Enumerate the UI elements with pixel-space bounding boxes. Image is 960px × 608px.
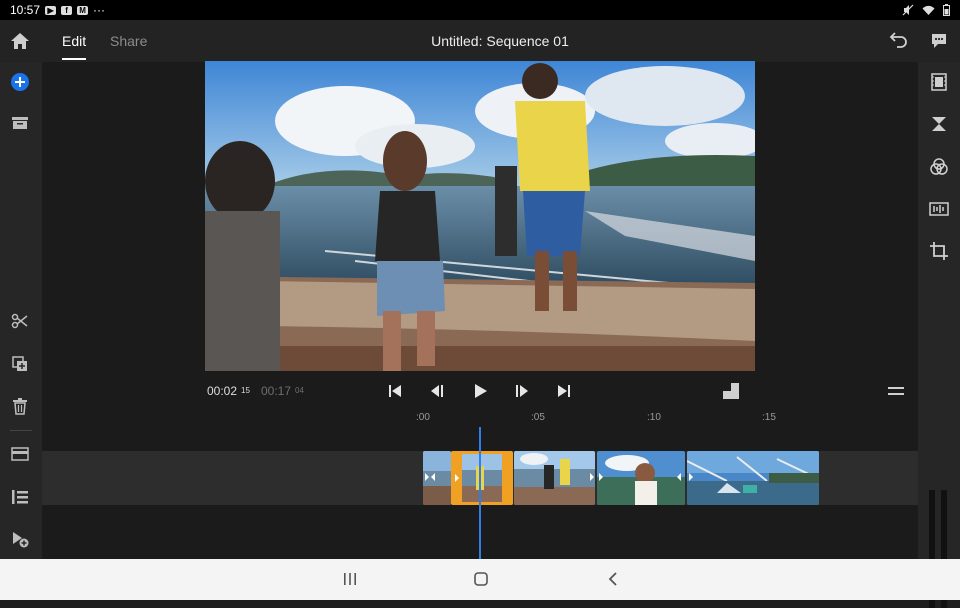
timeline-clip[interactable] <box>687 451 819 505</box>
nav-home-icon[interactable] <box>467 565 495 593</box>
timeline-clip[interactable] <box>597 451 685 505</box>
duplicate-icon[interactable] <box>6 350 34 378</box>
archive-icon[interactable] <box>6 440 34 468</box>
tab-edit[interactable]: Edit <box>62 20 87 62</box>
current-time: 00:02 <box>207 384 238 398</box>
aspect-ratio-icon[interactable] <box>717 377 745 405</box>
comment-icon[interactable] <box>925 27 953 55</box>
playhead[interactable] <box>479 427 481 559</box>
back-icon[interactable] <box>599 565 627 593</box>
audio-icon[interactable] <box>925 195 953 223</box>
recent-apps-icon[interactable] <box>336 565 364 593</box>
right-toolbar <box>918 62 960 608</box>
current-timecode: 00:02 15 <box>207 384 250 398</box>
menu-icon[interactable] <box>882 377 910 405</box>
gmail-icon: M <box>77 5 89 15</box>
undo-icon[interactable] <box>884 27 912 55</box>
toolbar-divider <box>10 430 32 431</box>
mute-icon <box>902 4 914 16</box>
ruler-label: :00 <box>416 412 430 423</box>
transition-icon[interactable] <box>925 110 953 138</box>
video-frame <box>205 61 755 371</box>
project-title[interactable]: Untitled: Sequence 01 <box>380 20 620 62</box>
next-frame-icon[interactable] <box>508 377 536 405</box>
previous-frame-icon[interactable] <box>423 377 451 405</box>
add-clip-icon[interactable] <box>6 525 34 553</box>
ruler-label: :05 <box>531 412 545 423</box>
total-timecode: 00:17 04 <box>261 384 304 398</box>
scissors-icon[interactable] <box>6 307 34 335</box>
timeline-clip[interactable] <box>423 451 451 505</box>
total-frames: 04 <box>295 386 304 395</box>
wifi-icon <box>922 5 935 15</box>
color-icon[interactable] <box>925 153 953 181</box>
youtube-icon: ▶ <box>45 5 57 15</box>
facebook-icon: f <box>61 5 73 15</box>
current-frames: 15 <box>241 386 250 395</box>
status-more: ··· <box>93 3 106 17</box>
ruler-label: :10 <box>647 412 661 423</box>
crop-icon[interactable] <box>925 237 953 265</box>
skip-to-end-icon[interactable] <box>550 377 578 405</box>
ruler-label: :15 <box>762 412 776 423</box>
top-bar: Edit Share Untitled: Sequence 01 <box>0 20 960 62</box>
status-bar: 10:57 ▶ f M ··· <box>0 0 960 20</box>
timeline-clip-selected[interactable] <box>451 451 513 505</box>
film-icon[interactable] <box>925 68 953 96</box>
battery-icon <box>943 4 950 16</box>
media-bin-icon[interactable] <box>6 109 34 137</box>
status-time: 10:57 <box>10 3 41 17</box>
trash-icon[interactable] <box>6 392 34 420</box>
play-icon[interactable] <box>466 377 494 405</box>
skip-to-start-icon[interactable] <box>381 377 409 405</box>
video-preview[interactable] <box>205 61 755 371</box>
list-icon[interactable] <box>6 483 34 511</box>
add-icon[interactable] <box>6 68 34 96</box>
home-icon[interactable] <box>6 27 34 55</box>
system-nav-bar <box>0 559 960 600</box>
timeline-clip[interactable] <box>514 451 595 505</box>
tab-share[interactable]: Share <box>110 20 147 62</box>
left-toolbar <box>0 62 42 559</box>
total-time: 00:17 <box>261 384 292 398</box>
